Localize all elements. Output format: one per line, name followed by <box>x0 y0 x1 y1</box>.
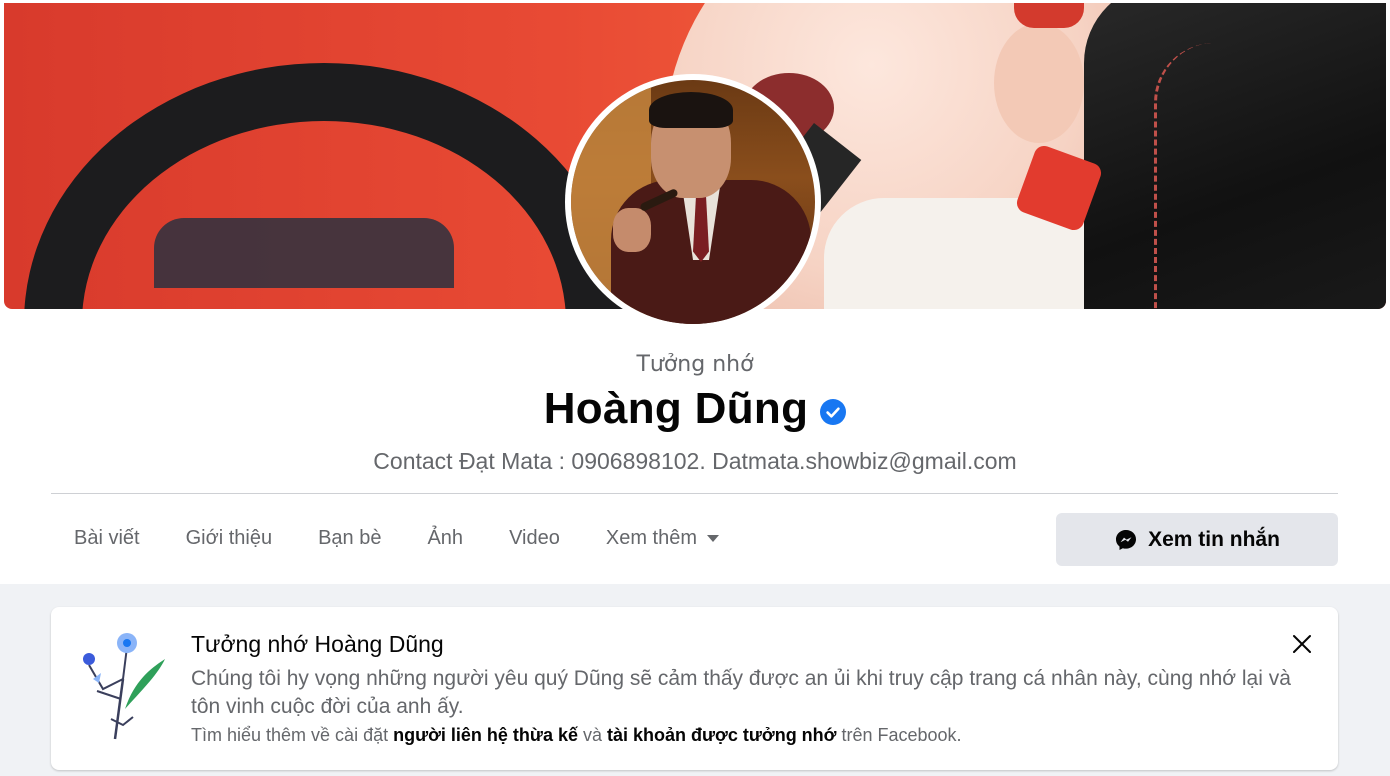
memorial-card-body: Chúng tôi hy vọng những người yêu quý Dũ… <box>191 667 1291 718</box>
view-messages-button[interactable]: Xem tin nhắn <box>1056 513 1338 566</box>
memorialized-account-link[interactable]: tài khoản được tưởng nhớ <box>607 725 836 745</box>
legacy-contact-link[interactable]: người liên hệ thừa kế <box>393 725 578 745</box>
profile-header: Tưởng nhớ Hoàng Dũng Contact Đạt Mata : … <box>0 0 1390 584</box>
tab-photos[interactable]: Ảnh <box>404 508 486 568</box>
close-icon <box>1293 635 1311 653</box>
close-button[interactable] <box>1287 629 1317 659</box>
verified-badge-icon[interactable] <box>820 399 847 425</box>
view-messages-label: Xem tin nhắn <box>1148 527 1280 551</box>
divider <box>51 493 1338 494</box>
profile-bio: Contact Đạt Mata : 0906898102. Datmata.s… <box>373 448 1017 474</box>
memorial-card-title: Tưởng nhớ Hoàng Dũng <box>191 631 444 657</box>
caret-down-icon <box>707 534 720 542</box>
memorial-flower-icon <box>83 633 165 740</box>
memorial-card-footer: Tìm hiểu thêm về cài đặt người liên hệ t… <box>191 725 962 745</box>
tab-friends[interactable]: Bạn bè <box>295 508 404 568</box>
tab-about[interactable]: Giới thiệu <box>163 508 295 568</box>
memorial-info-card: Tưởng nhớ Hoàng Dũng Chúng tôi hy vọng n… <box>51 607 1338 770</box>
tab-more[interactable]: Xem thêm <box>583 508 742 568</box>
tab-posts[interactable]: Bài viết <box>51 508 163 568</box>
profile-tabs: Bài viết Giới thiệu Bạn bè Ảnh Video Xem… <box>51 508 742 568</box>
memorial-label: Tưởng nhớ <box>636 352 754 377</box>
profile-name-row: Hoàng Dũng <box>0 384 1390 434</box>
profile-name: Hoàng Dũng <box>543 384 809 433</box>
profile-picture[interactable] <box>565 74 821 330</box>
messenger-icon <box>1116 529 1137 550</box>
tab-videos[interactable]: Video <box>486 508 583 568</box>
